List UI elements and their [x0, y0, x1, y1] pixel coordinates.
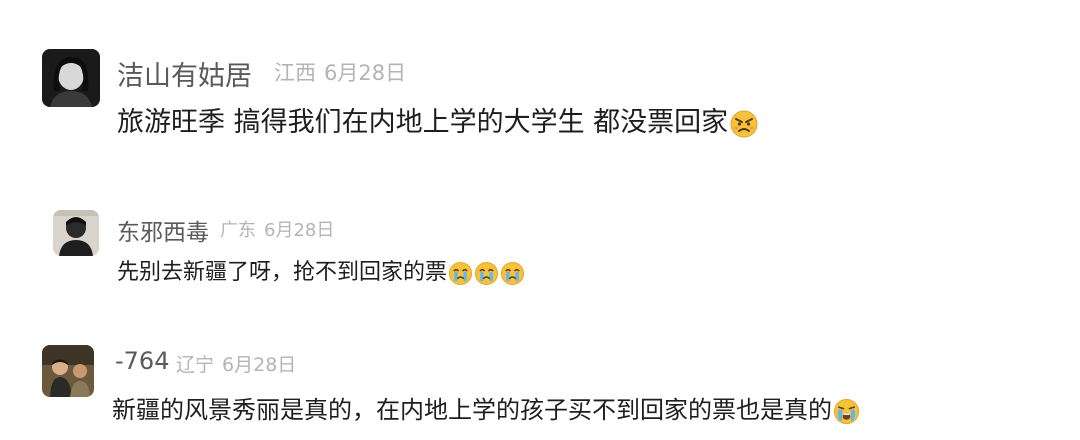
avatar[interactable]	[42, 345, 94, 397]
loudly-crying-face-icon	[833, 398, 860, 425]
location-label: 辽宁	[176, 354, 215, 376]
comment-text: 先别去新疆了呀，抢不到回家的票	[117, 254, 525, 286]
username[interactable]: 洁山有姑居	[117, 54, 252, 93]
avatar[interactable]	[53, 210, 99, 256]
avatar[interactable]	[42, 49, 100, 107]
username[interactable]: -764	[115, 347, 169, 375]
date-label: 6月28日	[222, 354, 297, 376]
comment-meta: 江西 6月28日	[274, 57, 414, 87]
comment-body: 新疆的风景秀丽是真的，在内地上学的孩子买不到回家的票也是真的	[112, 396, 832, 424]
crying-face-icon	[500, 261, 525, 286]
location-label: 广东	[220, 220, 256, 241]
comment-text: 新疆的风景秀丽是真的，在内地上学的孩子买不到回家的票也是真的	[112, 390, 860, 425]
comment-meta: 辽宁 6月28日	[176, 350, 304, 377]
comment-thread: 洁山有姑居 江西 6月28日 旅游旺季 搞得我们在内地上学的大学生 都没票回家	[0, 0, 1080, 440]
angry-face-icon	[729, 109, 759, 139]
comment-meta: 广东 6月28日	[220, 216, 342, 242]
date-label: 6月28日	[264, 220, 335, 241]
crying-face-icon	[448, 261, 473, 286]
location-label: 江西	[274, 61, 316, 85]
comment-text: 旅游旺季 搞得我们在内地上学的大学生 都没票回家	[117, 100, 759, 139]
comment-body: 先别去新疆了呀，抢不到回家的票	[117, 260, 448, 285]
comment-body: 旅游旺季 搞得我们在内地上学的大学生 都没票回家	[117, 107, 729, 138]
date-label: 6月28日	[324, 61, 407, 85]
username[interactable]: 东邪西毒	[117, 213, 209, 247]
crying-face-icon	[474, 261, 499, 286]
